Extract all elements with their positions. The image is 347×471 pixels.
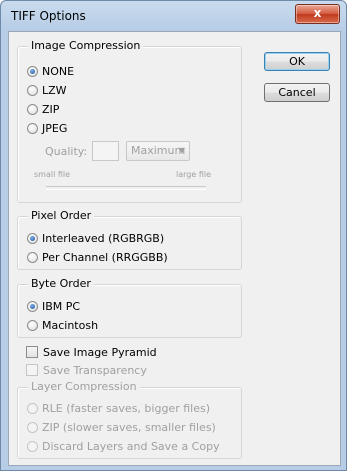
cancel-button[interactable]: Cancel — [264, 83, 330, 102]
image-compression-legend: Image Compression — [28, 39, 144, 52]
compression-jpeg-option[interactable]: JPEG — [27, 120, 67, 136]
small-file-label: small file — [34, 170, 71, 179]
dialog-body: Image Compression NONE LZW ZIP JPEG Qual… — [8, 31, 341, 466]
checkbox-icon[interactable] — [26, 346, 38, 358]
save-transparency-checkbox[interactable]: Save Transparency — [26, 362, 147, 378]
byte-order-legend: Byte Order — [28, 277, 94, 290]
layer-compression-zip-label: ZIP (slower saves, smaller files) — [42, 420, 216, 434]
radio-icon[interactable] — [27, 65, 38, 77]
pixel-order-group: Pixel Order Interleaved (RGBRGB) Per Cha… — [17, 209, 242, 270]
layer-compression-discard-label: Discard Layers and Save a Copy — [42, 439, 220, 453]
radio-icon[interactable] — [27, 251, 38, 263]
large-file-label: large file — [176, 170, 211, 179]
compression-none-label: NONE — [42, 64, 75, 78]
layer-compression-rle-option[interactable]: RLE (faster saves, bigger files) — [27, 400, 210, 416]
radio-icon[interactable] — [27, 103, 38, 115]
radio-icon[interactable] — [27, 319, 38, 331]
radio-icon[interactable] — [27, 402, 38, 414]
save-image-pyramid-label: Save Image Pyramid — [43, 345, 157, 359]
quality-input[interactable] — [92, 141, 119, 161]
pixel-order-per-channel-option[interactable]: Per Channel (RRGGBB) — [27, 249, 168, 265]
byte-order-macintosh-option[interactable]: Macintosh — [27, 317, 98, 333]
byte-order-ibm-pc-option[interactable]: IBM PC — [27, 298, 80, 314]
compression-zip-label: ZIP — [42, 102, 60, 116]
radio-icon[interactable] — [27, 440, 38, 452]
image-compression-group: Image Compression NONE LZW ZIP JPEG Qual… — [17, 39, 242, 203]
pixel-order-interleaved-option[interactable]: Interleaved (RGBRGB) — [27, 230, 164, 246]
layer-compression-discard-option[interactable]: Discard Layers and Save a Copy — [27, 438, 220, 454]
quality-select-value: Maximum — [131, 144, 186, 157]
quality-select[interactable]: Maximum ▼ — [126, 141, 190, 161]
quality-slider[interactable] — [46, 186, 206, 190]
byte-order-ibm-pc-label: IBM PC — [42, 299, 81, 313]
title-bar[interactable]: TIFF Options x — [1, 1, 346, 31]
compression-none-option[interactable]: NONE — [27, 63, 74, 79]
radio-icon[interactable] — [27, 122, 38, 134]
pixel-order-interleaved-label: Interleaved (RGBRGB) — [42, 231, 165, 245]
layer-compression-rle-label: RLE (faster saves, bigger files) — [42, 401, 210, 415]
ok-button[interactable]: OK — [264, 52, 330, 71]
layer-compression-legend: Layer Compression — [28, 380, 140, 393]
quality-label: Quality: — [45, 145, 88, 158]
checkbox-icon[interactable] — [26, 364, 38, 376]
byte-order-macintosh-label: Macintosh — [42, 318, 99, 332]
compression-lzw-label: LZW — [42, 83, 67, 97]
close-button[interactable]: x — [295, 4, 340, 24]
compression-lzw-option[interactable]: LZW — [27, 82, 67, 98]
radio-icon[interactable] — [27, 421, 38, 433]
save-image-pyramid-checkbox[interactable]: Save Image Pyramid — [26, 344, 157, 360]
layer-compression-group: Layer Compression RLE (faster saves, big… — [17, 380, 242, 459]
pixel-order-legend: Pixel Order — [28, 209, 95, 222]
pixel-order-per-channel-label: Per Channel (RRGGBB) — [42, 250, 168, 264]
compression-zip-option[interactable]: ZIP — [27, 101, 59, 117]
radio-icon[interactable] — [27, 300, 38, 312]
layer-compression-zip-option[interactable]: ZIP (slower saves, smaller files) — [27, 419, 216, 435]
window-title: TIFF Options — [11, 9, 86, 23]
radio-icon[interactable] — [27, 84, 38, 96]
save-transparency-label: Save Transparency — [43, 363, 147, 377]
byte-order-group: Byte Order IBM PC Macintosh — [17, 277, 242, 338]
compression-jpeg-label: JPEG — [42, 121, 68, 135]
tiff-options-dialog: TIFF Options x Image Compression NONE LZ… — [0, 0, 347, 471]
radio-icon[interactable] — [27, 232, 38, 244]
chevron-down-icon: ▼ — [178, 146, 185, 155]
